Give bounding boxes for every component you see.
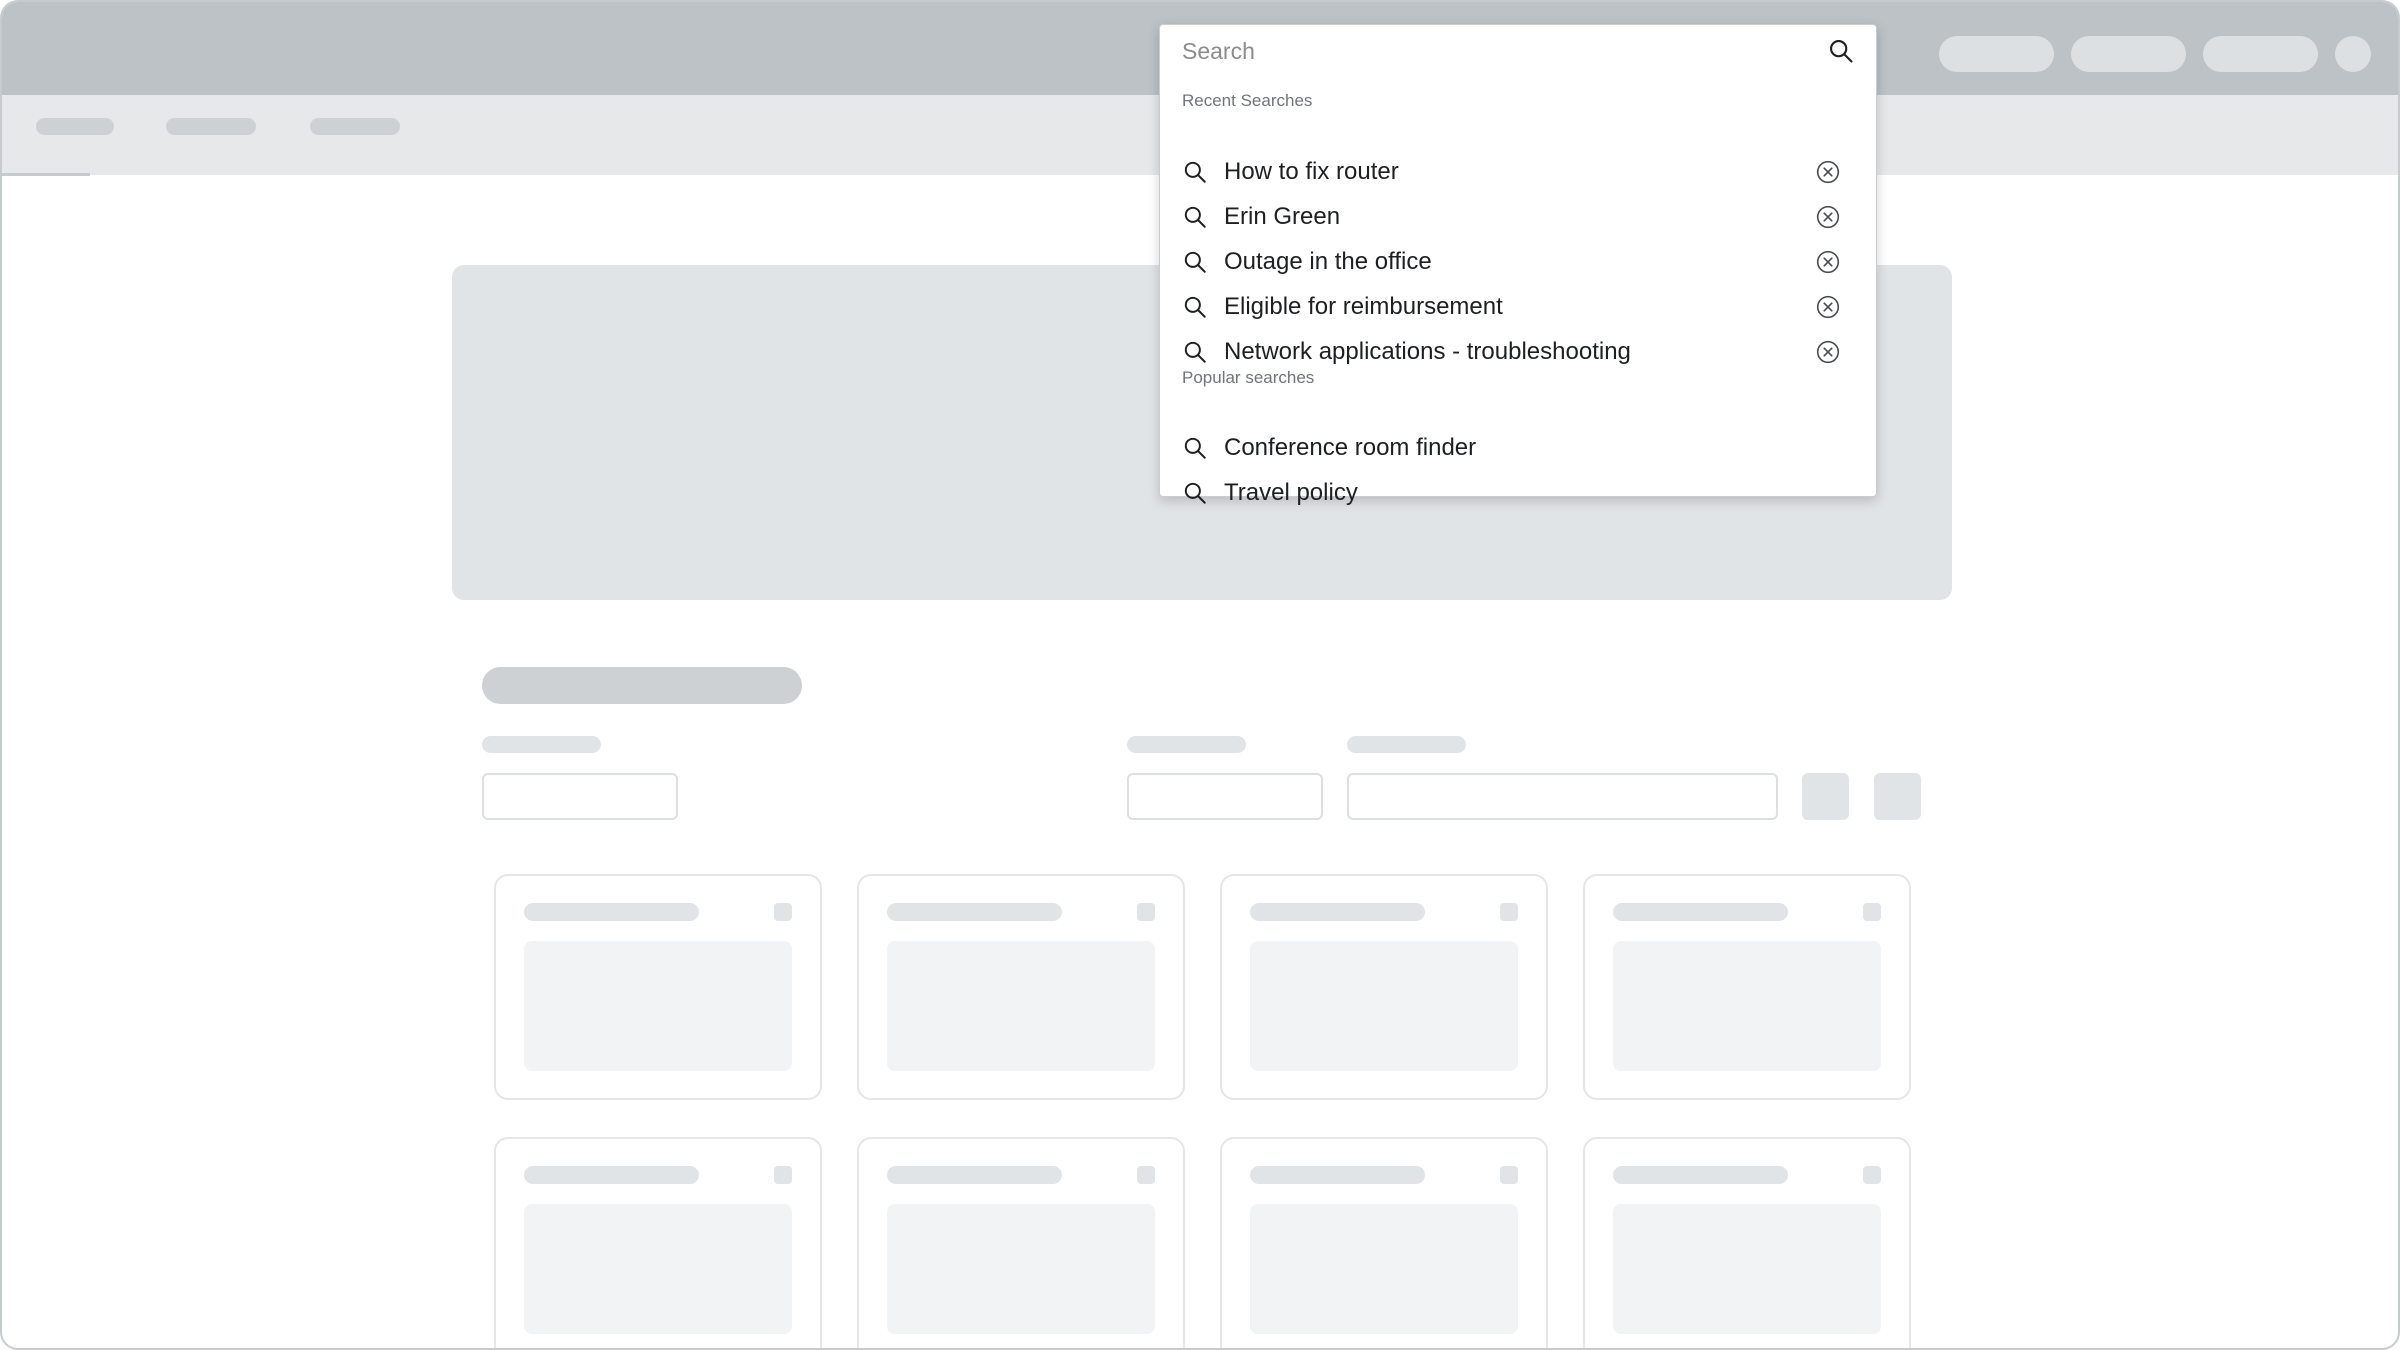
recent-search-item[interactable]: Erin Green — [1160, 194, 1876, 239]
filter-field-placeholder[interactable] — [482, 773, 678, 820]
card-placeholder[interactable] — [857, 1137, 1185, 1348]
card-body-placeholder — [524, 1204, 792, 1334]
clear-circle-icon[interactable] — [1815, 204, 1841, 230]
popular-search-label: Conference room finder — [1224, 434, 1477, 461]
nav-item-placeholder[interactable] — [166, 118, 256, 135]
filter-label-placeholder — [1127, 736, 1246, 753]
nav-item-placeholder[interactable] — [36, 118, 114, 135]
recent-searches-heading: Recent Searches — [1182, 91, 1313, 110]
popular-searches-heading: Popular searches — [1182, 368, 1315, 387]
card-title-placeholder — [1613, 903, 1788, 921]
search-dropdown: Recent Searches How to fix router Erin G… — [1159, 24, 1877, 506]
nav-item-placeholder[interactable] — [310, 118, 400, 135]
card-body-placeholder — [887, 1204, 1155, 1334]
card-body-placeholder — [1613, 941, 1881, 1071]
search-input[interactable] — [1160, 25, 1876, 77]
card-title-placeholder — [524, 903, 699, 921]
header-link-placeholder[interactable] — [1939, 36, 2054, 72]
card-placeholder[interactable] — [1220, 1137, 1548, 1348]
search-icon — [1182, 204, 1208, 230]
card-title-placeholder — [1613, 1166, 1788, 1184]
card-menu-placeholder[interactable] — [1137, 903, 1155, 921]
card-body-placeholder — [524, 941, 792, 1071]
search-icon — [1182, 294, 1208, 320]
clear-circle-icon[interactable] — [1815, 294, 1841, 320]
card-placeholder[interactable] — [1583, 1137, 1911, 1348]
recent-search-label: Eligible for reimbursement — [1224, 293, 1503, 320]
app-window: Recent Searches How to fix router Erin G… — [0, 0, 2400, 1350]
recent-search-item[interactable]: Eligible for reimbursement — [1160, 284, 1876, 329]
filter-field-placeholder[interactable] — [1127, 773, 1323, 820]
header-link-placeholder[interactable] — [2071, 36, 2186, 72]
card-placeholder[interactable] — [494, 874, 822, 1100]
card-placeholder[interactable] — [857, 874, 1185, 1100]
card-body-placeholder — [1250, 941, 1518, 1071]
card-body-placeholder — [1250, 1204, 1518, 1334]
filter-field-placeholder[interactable] — [1347, 773, 1778, 820]
card-menu-placeholder[interactable] — [1500, 903, 1518, 921]
recent-search-label: Outage in the office — [1224, 248, 1432, 275]
filter-label-placeholder — [1347, 736, 1466, 753]
action-button-placeholder[interactable] — [1874, 773, 1921, 820]
search-icon — [1182, 249, 1208, 275]
card-title-placeholder — [524, 1166, 699, 1184]
search-icon — [1182, 339, 1208, 365]
card-title-placeholder — [1250, 903, 1425, 921]
card-menu-placeholder[interactable] — [1137, 1166, 1155, 1184]
card-placeholder[interactable] — [1583, 874, 1911, 1100]
action-button-placeholder[interactable] — [1802, 773, 1849, 820]
recent-search-item[interactable]: How to fix router — [1160, 149, 1876, 194]
recent-search-label: Network applications - troubleshooting — [1224, 338, 1631, 365]
popular-search-item[interactable]: Conference room finder — [1160, 425, 1876, 470]
avatar[interactable] — [2335, 36, 2371, 72]
popular-search-item[interactable]: Travel policy — [1160, 470, 1876, 515]
card-menu-placeholder[interactable] — [774, 903, 792, 921]
card-menu-placeholder[interactable] — [774, 1166, 792, 1184]
clear-circle-icon[interactable] — [1815, 339, 1841, 365]
popular-search-label: Travel policy — [1224, 479, 1358, 506]
clear-circle-icon[interactable] — [1815, 159, 1841, 185]
card-title-placeholder — [1250, 1166, 1425, 1184]
card-title-placeholder — [887, 903, 1062, 921]
search-icon — [1182, 159, 1208, 185]
card-title-placeholder — [887, 1166, 1062, 1184]
clear-circle-icon[interactable] — [1815, 249, 1841, 275]
card-placeholder[interactable] — [494, 1137, 822, 1348]
search-icon[interactable] — [1827, 37, 1855, 65]
recent-search-item[interactable]: Outage in the office — [1160, 239, 1876, 284]
recent-search-label: How to fix router — [1224, 158, 1399, 185]
active-nav-indicator — [2, 173, 90, 176]
search-icon — [1182, 480, 1208, 506]
card-menu-placeholder[interactable] — [1500, 1166, 1518, 1184]
card-menu-placeholder[interactable] — [1863, 903, 1881, 921]
card-body-placeholder — [887, 941, 1155, 1071]
card-body-placeholder — [1613, 1204, 1881, 1334]
card-placeholder[interactable] — [1220, 874, 1548, 1100]
card-menu-placeholder[interactable] — [1863, 1166, 1881, 1184]
filter-label-placeholder — [482, 736, 601, 753]
section-title-placeholder — [482, 667, 802, 704]
header-link-placeholder[interactable] — [2203, 36, 2318, 72]
recent-search-label: Erin Green — [1224, 203, 1341, 230]
search-icon — [1182, 435, 1208, 461]
